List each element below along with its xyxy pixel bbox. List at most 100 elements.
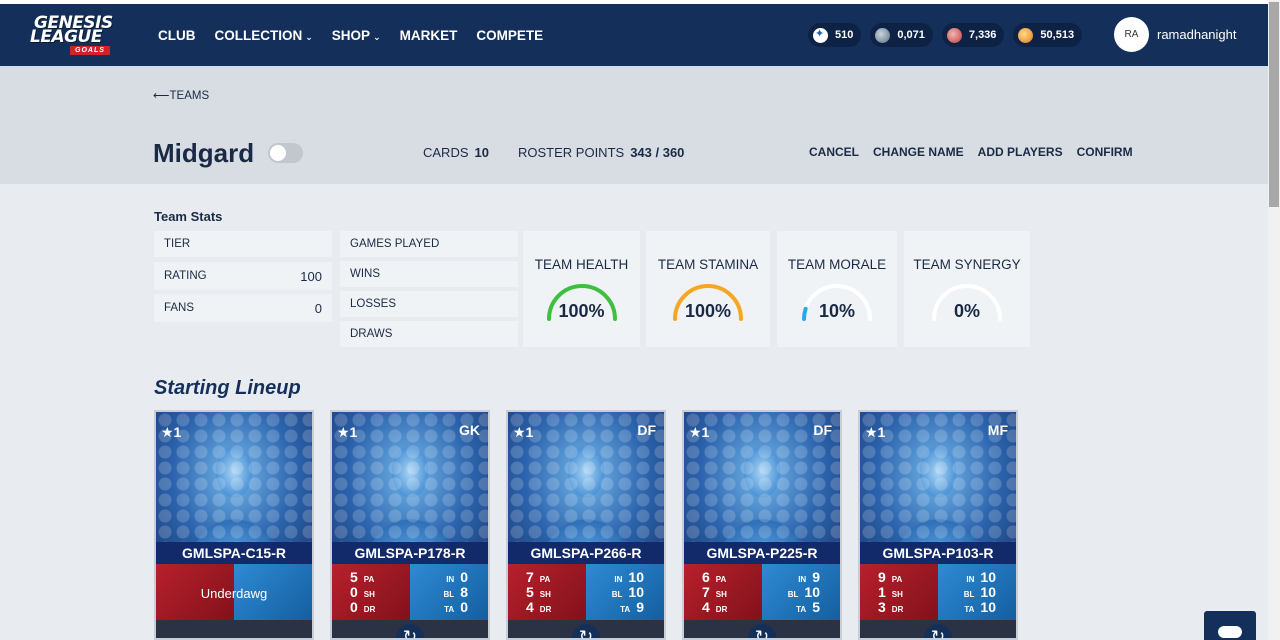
roster-value: 343 / 360 — [630, 145, 685, 160]
stat-dr-value: 4 — [702, 599, 710, 615]
nav-compete-label: COMPETE — [476, 27, 544, 43]
currency-star-value: 510 — [835, 29, 854, 41]
card-name: GMLSPA-C15-R — [156, 542, 312, 564]
stat-ta: TA 10 — [964, 599, 996, 617]
currency-balances: 510 0,071 7,336 50,513 — [808, 23, 1091, 47]
stat-pa-value: 6 — [702, 569, 710, 585]
lineup-card[interactable]: ★1 DF GMLSPA-P266-R 7 PA 5 SH 4 DR IN 10 BL 1… — [506, 410, 666, 640]
toggle-knob — [270, 145, 286, 161]
card-name: GMLSPA-P178-R — [332, 542, 488, 564]
gauge-label: TEAM MORALE — [787, 257, 887, 272]
nav-club[interactable]: CLUB — [158, 28, 196, 43]
card-name: GMLSPA-P225-R — [684, 542, 840, 564]
scrollbar-thumb[interactable] — [1269, 2, 1279, 207]
stat-tier-label: TIER — [164, 238, 191, 250]
stat-sh-key: SH — [891, 590, 903, 599]
stat-dr-key: DR — [363, 605, 376, 614]
lineup-card[interactable]: ★1 GK GMLSPA-P178-R 5 PA 0 SH 0 DR IN 0 BL 8 … — [330, 410, 490, 640]
stat-rating-label: RATING — [164, 270, 207, 282]
star-rating: ★1 — [865, 424, 886, 440]
stat-fans: FANS 0 — [154, 294, 332, 322]
stat-dr-key: DR — [715, 605, 728, 614]
stat-dr: 3 DR — [878, 599, 903, 617]
red-token-icon — [946, 27, 962, 43]
lineup-card[interactable]: ★1 GMLSPA-C15-R Underdawg — [154, 410, 314, 640]
currency-gold[interactable]: 50,513 — [1013, 23, 1083, 47]
stat-sh-key: SH — [539, 590, 551, 599]
card-name: GMLSPA-P266-R — [508, 542, 664, 564]
stat-in-key: IN — [446, 575, 455, 584]
card-name: GMLSPA-P103-R — [860, 542, 1016, 564]
currency-star[interactable]: 510 — [808, 23, 862, 47]
stat-dr-key: DR — [891, 605, 904, 614]
stat-in-key: IN — [614, 575, 623, 584]
stat-dr-value: 0 — [350, 599, 358, 615]
chat-widget-button[interactable] — [1204, 611, 1256, 640]
stat-draws: DRAWS — [340, 321, 518, 347]
gauge-value: 100% — [684, 301, 732, 321]
card-position: DF — [637, 422, 656, 438]
stat-sh-key: SH — [363, 590, 375, 599]
stat-ta-value: 0 — [460, 599, 468, 615]
gold-token-icon — [1018, 27, 1034, 43]
nav-shop[interactable]: SHOP ⌄ — [332, 28, 381, 43]
stat-losses: LOSSES — [340, 291, 518, 317]
stat-draws-label: DRAWS — [350, 328, 393, 340]
currency-ball[interactable]: 0,071 — [870, 23, 933, 47]
stat-dr-value: 3 — [878, 599, 886, 615]
stat-pa-value: 5 — [350, 569, 358, 585]
change-name-button[interactable]: CHANGE NAME — [873, 145, 964, 159]
stat-games-played-label: GAMES PLAYED — [350, 238, 440, 250]
gauge-team-health: TEAM HEALTH 100% — [523, 231, 640, 347]
stat-ta-key: TA — [796, 605, 807, 614]
back-to-teams-link[interactable]: ⟵TEAMS — [153, 88, 209, 102]
add-players-button[interactable]: ADD PLAYERS — [978, 145, 1063, 159]
stat-fans-value: 0 — [314, 300, 322, 316]
currency-red[interactable]: 7,336 — [941, 23, 1005, 47]
cards-count: CARDS 10 — [423, 145, 489, 160]
stat-pa-key: PA — [363, 575, 375, 584]
stat-pa-value: 9 — [878, 569, 886, 585]
team-header: ⟵TEAMS Midgard CARDS 10 ROSTER POINTS 343 … — [0, 66, 1268, 184]
gauge-label: TEAM HEALTH — [534, 257, 629, 272]
star-token-icon — [813, 27, 828, 43]
stat-games-played: GAMES PLAYED — [340, 231, 518, 257]
lineup-card[interactable]: ★1 DF GMLSPA-P225-R 6 PA 7 SH 4 DR IN 9 BL 10… — [682, 410, 842, 640]
team-active-toggle[interactable] — [268, 143, 303, 163]
cancel-button[interactable]: CANCEL — [809, 145, 859, 159]
roster-points: ROSTER POINTS 343 / 360 — [518, 145, 684, 160]
avatar: RA — [1114, 17, 1149, 52]
nav-collection[interactable]: COLLECTION ⌄ — [215, 28, 313, 43]
stat-wins-label: WINS — [350, 268, 381, 280]
page-scrollbar[interactable] — [1268, 0, 1280, 640]
nav-compete[interactable]: COMPETE — [476, 28, 543, 43]
stat-bl-key: BL — [963, 590, 975, 599]
stat-dr: 0 DR — [350, 599, 375, 617]
star-rating: ★1 — [337, 424, 358, 440]
stat-ta-value: 9 — [636, 599, 644, 615]
card-position: DF — [813, 422, 832, 438]
stat-in-key: IN — [966, 575, 975, 584]
stat-sh-value: 1 — [878, 584, 886, 600]
star-rating: ★1 — [689, 424, 710, 440]
confirm-button[interactable]: CONFIRM — [1077, 145, 1133, 159]
stat-ta-value: 5 — [812, 599, 820, 615]
stat-sh-value: 0 — [350, 584, 358, 600]
nav-market[interactable]: MARKET — [400, 28, 458, 43]
lineup-card[interactable]: ★1 MF GMLSPA-P103-R 9 PA 1 SH 3 DR IN 10 BL 1… — [858, 410, 1018, 640]
username: ramadhanight — [1157, 27, 1237, 42]
stat-sh-value: 7 — [702, 584, 710, 600]
gauge-team-synergy: TEAM SYNERGY 0% — [904, 231, 1030, 347]
genesis-league-goals-logo[interactable]: GENESIS LEAGUE GOALS — [28, 12, 128, 56]
stat-bl-key: BL — [787, 590, 799, 599]
user-menu[interactable]: RA ramadhanight — [1114, 17, 1237, 52]
stat-bl-value: 10 — [980, 584, 996, 600]
gauge-value: 0% — [953, 301, 980, 321]
stat-pa-key: PA — [891, 575, 903, 584]
chat-bubble-icon — [1218, 626, 1242, 638]
card-position: GK — [459, 422, 480, 438]
stat-in-value: 0 — [460, 569, 468, 585]
gauge-value: 10% — [818, 301, 856, 321]
starting-lineup-title: Starting Lineup — [154, 377, 301, 399]
gauge-value: 100% — [558, 301, 605, 321]
